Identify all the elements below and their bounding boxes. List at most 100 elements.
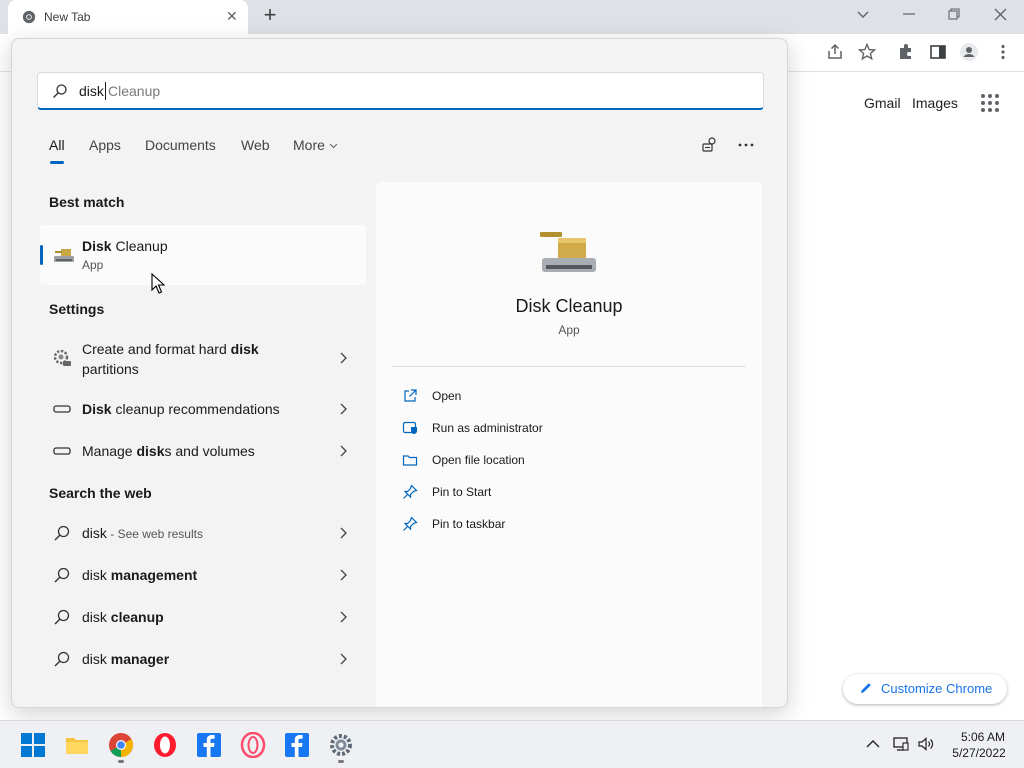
opera-gx-icon[interactable] <box>240 732 266 758</box>
filter-tab-web[interactable]: Web <box>241 137 270 153</box>
bookmark-star-icon[interactable] <box>857 42 877 62</box>
settings-item-label-pre: Manage <box>82 443 137 459</box>
filter-tab-documents[interactable]: Documents <box>145 137 216 153</box>
more-options-icon[interactable] <box>736 135 756 155</box>
web-result-bold: management <box>110 567 198 583</box>
web-result-label: disk management <box>82 565 197 585</box>
tab-title: New Tab <box>44 10 91 24</box>
disk-cleanup-app-icon <box>54 249 74 262</box>
action-run-as-administrator[interactable]: Run as administrator <box>402 418 702 440</box>
gmail-link[interactable]: Gmail <box>864 95 901 111</box>
chevron-up-icon[interactable] <box>864 735 882 753</box>
side-panel-icon[interactable] <box>928 42 948 62</box>
disk-cleanup-app-icon <box>540 232 596 272</box>
filter-tab-apps[interactable]: Apps <box>89 137 121 153</box>
best-match-disk-cleanup[interactable]: Disk Cleanup App <box>40 225 366 285</box>
action-pin-to-start[interactable]: Pin to Start <box>402 482 702 504</box>
chevron-right-icon <box>340 445 347 457</box>
settings-item-label-pre: Create and format hard <box>82 341 231 357</box>
settings-item-disk-cleanup-recommendations[interactable]: Disk cleanup recommendations <box>40 397 366 421</box>
restore-icon[interactable] <box>948 8 960 20</box>
settings-item-label: Manage disks and volumes <box>82 441 255 461</box>
settings-gear-icon[interactable] <box>328 732 354 758</box>
facebook-icon[interactable] <box>196 732 222 758</box>
selection-indicator <box>40 245 43 265</box>
preview-title: Disk Cleanup <box>515 296 623 316</box>
web-result-disk[interactable]: disk - See web results <box>40 521 366 545</box>
search-autocomplete-text: Cleanup <box>108 83 161 99</box>
opera-icon[interactable] <box>152 732 178 758</box>
google-apps-icon[interactable] <box>981 94 999 112</box>
chevron-right-icon <box>340 611 347 623</box>
tab-strip: New Tab ✕ + <box>0 0 1024 34</box>
volume-icon[interactable] <box>917 735 935 753</box>
clock-date[interactable]: 5/27/2022 <box>946 746 1012 760</box>
minimize-icon[interactable] <box>902 12 916 16</box>
close-tab-icon[interactable]: ✕ <box>226 8 238 25</box>
customize-chrome-label: Customize Chrome <box>881 681 993 696</box>
preview-divider <box>392 366 746 367</box>
web-result-label: disk cleanup <box>82 607 164 627</box>
facebook-icon[interactable] <box>284 732 310 758</box>
web-result-pre: disk <box>82 651 111 667</box>
search-icon <box>54 651 70 667</box>
running-indicator <box>118 760 124 763</box>
extensions-icon[interactable] <box>896 42 916 62</box>
action-open[interactable]: Open <box>402 386 702 408</box>
action-pin-to-start-label: Pin to Start <box>432 485 492 499</box>
action-pin-to-taskbar[interactable]: Pin to taskbar <box>402 514 702 536</box>
close-window-icon[interactable] <box>994 8 1007 21</box>
action-open-file-location[interactable]: Open file location <box>402 450 702 472</box>
settings-item-create-format-partitions[interactable]: Create and format hard disk partitions <box>40 331 366 385</box>
chrome-browser-icon[interactable] <box>108 732 134 758</box>
web-result-query: disk <box>82 525 107 541</box>
web-result-suffix: - See web results <box>106 527 203 541</box>
settings-item-label: Disk cleanup recommendations <box>82 399 280 419</box>
menu-kebab-icon[interactable] <box>993 42 1013 62</box>
running-indicator <box>338 760 344 763</box>
pin-icon <box>403 516 418 531</box>
pencil-icon <box>861 683 871 693</box>
tab-search-icon[interactable] <box>856 10 870 20</box>
search-icon <box>54 609 70 625</box>
action-run-admin-label: Run as administrator <box>432 421 543 435</box>
disk-settings-gear-icon <box>53 349 71 366</box>
drive-icon <box>53 447 71 455</box>
chevron-right-icon <box>340 569 347 581</box>
images-link[interactable]: Images <box>912 95 958 111</box>
settings-item-label-post: cleanup recommendations <box>111 401 280 417</box>
web-result-disk-management[interactable]: disk management <box>40 563 366 587</box>
new-tab-button[interactable]: + <box>258 4 282 28</box>
share-icon[interactable] <box>825 42 845 62</box>
chevron-right-icon <box>340 653 347 665</box>
open-external-icon <box>404 389 417 402</box>
filter-tab-all[interactable]: All <box>49 137 65 153</box>
settings-item-label-bold: disk <box>136 443 165 459</box>
tab-new-tab[interactable]: New Tab ✕ <box>8 0 248 34</box>
active-filter-indicator <box>50 161 64 164</box>
folder-icon <box>402 455 418 466</box>
windows-taskbar: 5:06 AM 5/27/2022 <box>0 720 1024 768</box>
search-input[interactable]: disk Cleanup <box>37 72 764 110</box>
best-match-heading: Best match <box>49 194 125 210</box>
shield-admin-icon <box>402 421 417 434</box>
action-open-label: Open <box>432 389 462 403</box>
web-result-disk-cleanup[interactable]: disk cleanup <box>40 605 366 629</box>
windows-start-icon[interactable] <box>20 732 46 758</box>
network-icon[interactable] <box>892 735 910 753</box>
settings-item-manage-disks-volumes[interactable]: Manage disks and volumes <box>40 439 366 463</box>
preview-type: App <box>558 323 580 337</box>
windows-search-flyout: disk Cleanup All Apps Documents Web More… <box>11 38 788 708</box>
file-explorer-icon[interactable] <box>64 732 90 758</box>
customize-chrome-button[interactable]: Customize Chrome <box>843 674 1007 704</box>
clock-time[interactable]: 5:06 AM <box>950 730 1016 744</box>
filter-tab-more-label: More <box>293 137 325 153</box>
profile-avatar-icon[interactable] <box>959 42 979 62</box>
action-open-file-location-label: Open file location <box>432 453 525 467</box>
search-connected-accounts-icon[interactable] <box>700 135 720 155</box>
web-result-label: disk manager <box>82 649 169 669</box>
chevron-right-icon <box>340 527 347 539</box>
filter-tab-more[interactable]: More <box>293 137 338 153</box>
web-result-disk-manager[interactable]: disk manager <box>40 647 366 671</box>
settings-item-label-bold: Disk <box>82 401 112 417</box>
